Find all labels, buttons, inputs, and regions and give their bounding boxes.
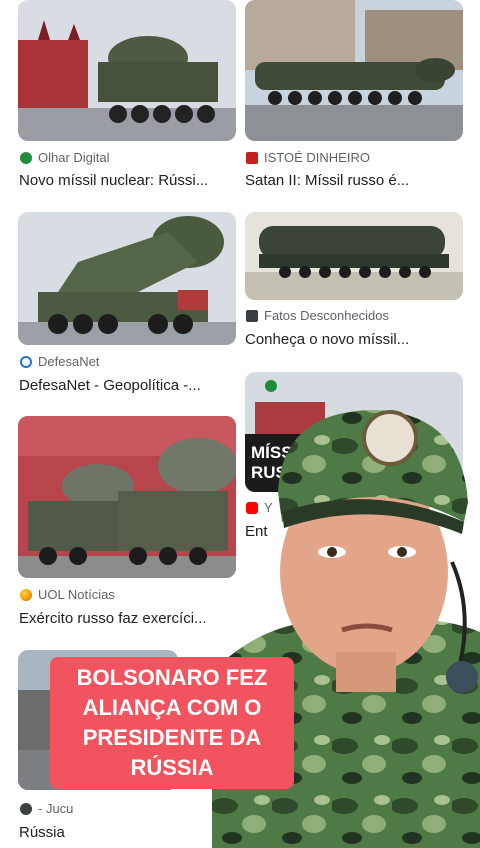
result-source-1[interactable]: Olhar Digital — [20, 150, 110, 165]
missile-launcher-image — [245, 0, 463, 141]
result-thumbnail-2[interactable] — [245, 0, 463, 141]
olhar-digital-logo-icon — [20, 151, 32, 164]
fatos-desconhecidos-logo-icon — [246, 309, 258, 322]
jucu-logo-icon — [20, 802, 32, 815]
video-caption-banner: BOLSONARO FEZ ALIANÇA COM O PRESIDENTE D… — [50, 657, 294, 789]
result-source-2[interactable]: ISTOÉ DINHEIRO — [246, 150, 370, 165]
result-title-4[interactable]: Conheça o novo míssil... — [245, 331, 465, 348]
source-label: DefesaNet — [38, 354, 100, 369]
result-source-7[interactable]: - Jucu — [20, 801, 73, 816]
caption-line-3: PRESIDENTE DA — [82, 725, 262, 750]
result-title-5[interactable]: Exército russo faz exercíci... — [19, 610, 219, 627]
missile-carrier-image — [245, 212, 463, 300]
caption-line-4: RÚSSIA — [130, 755, 214, 780]
source-label: ISTOÉ DINHEIRO — [264, 150, 370, 165]
result-source-4[interactable]: Fatos Desconhecidos — [246, 308, 389, 323]
istoe-logo-icon — [246, 151, 258, 164]
missile-parade-image — [18, 0, 236, 141]
result-title-3[interactable]: DefesaNet - Geopolítica -... — [19, 377, 234, 394]
result-source-3[interactable]: DefesaNet — [20, 354, 99, 369]
result-thumbnail-3[interactable] — [18, 212, 236, 345]
uol-logo-icon — [20, 588, 32, 601]
red-square-missiles-image — [18, 416, 236, 578]
source-label: UOL Notícias — [38, 587, 115, 602]
defesanet-logo-icon — [20, 355, 32, 368]
result-source-5[interactable]: UOL Notícias — [20, 587, 115, 602]
missile-truck-image — [18, 212, 236, 345]
caption-line-2: ALIANÇA COM O — [82, 695, 262, 720]
caption-line-1: BOLSONARO FEZ — [76, 665, 268, 690]
result-thumbnail-5[interactable] — [18, 416, 236, 578]
result-thumbnail-1[interactable] — [18, 0, 236, 141]
source-label: Olhar Digital — [38, 150, 110, 165]
result-title-1[interactable]: Novo míssil nuclear: Rússi... — [19, 172, 234, 189]
result-title-7[interactable]: Rússia — [19, 824, 79, 841]
result-thumbnail-4[interactable] — [245, 212, 463, 300]
source-label: - Jucu — [38, 801, 74, 816]
result-title-2[interactable]: Satan II: Míssil russo é... — [245, 172, 470, 189]
source-label: Fatos Desconhecidos — [264, 308, 390, 323]
